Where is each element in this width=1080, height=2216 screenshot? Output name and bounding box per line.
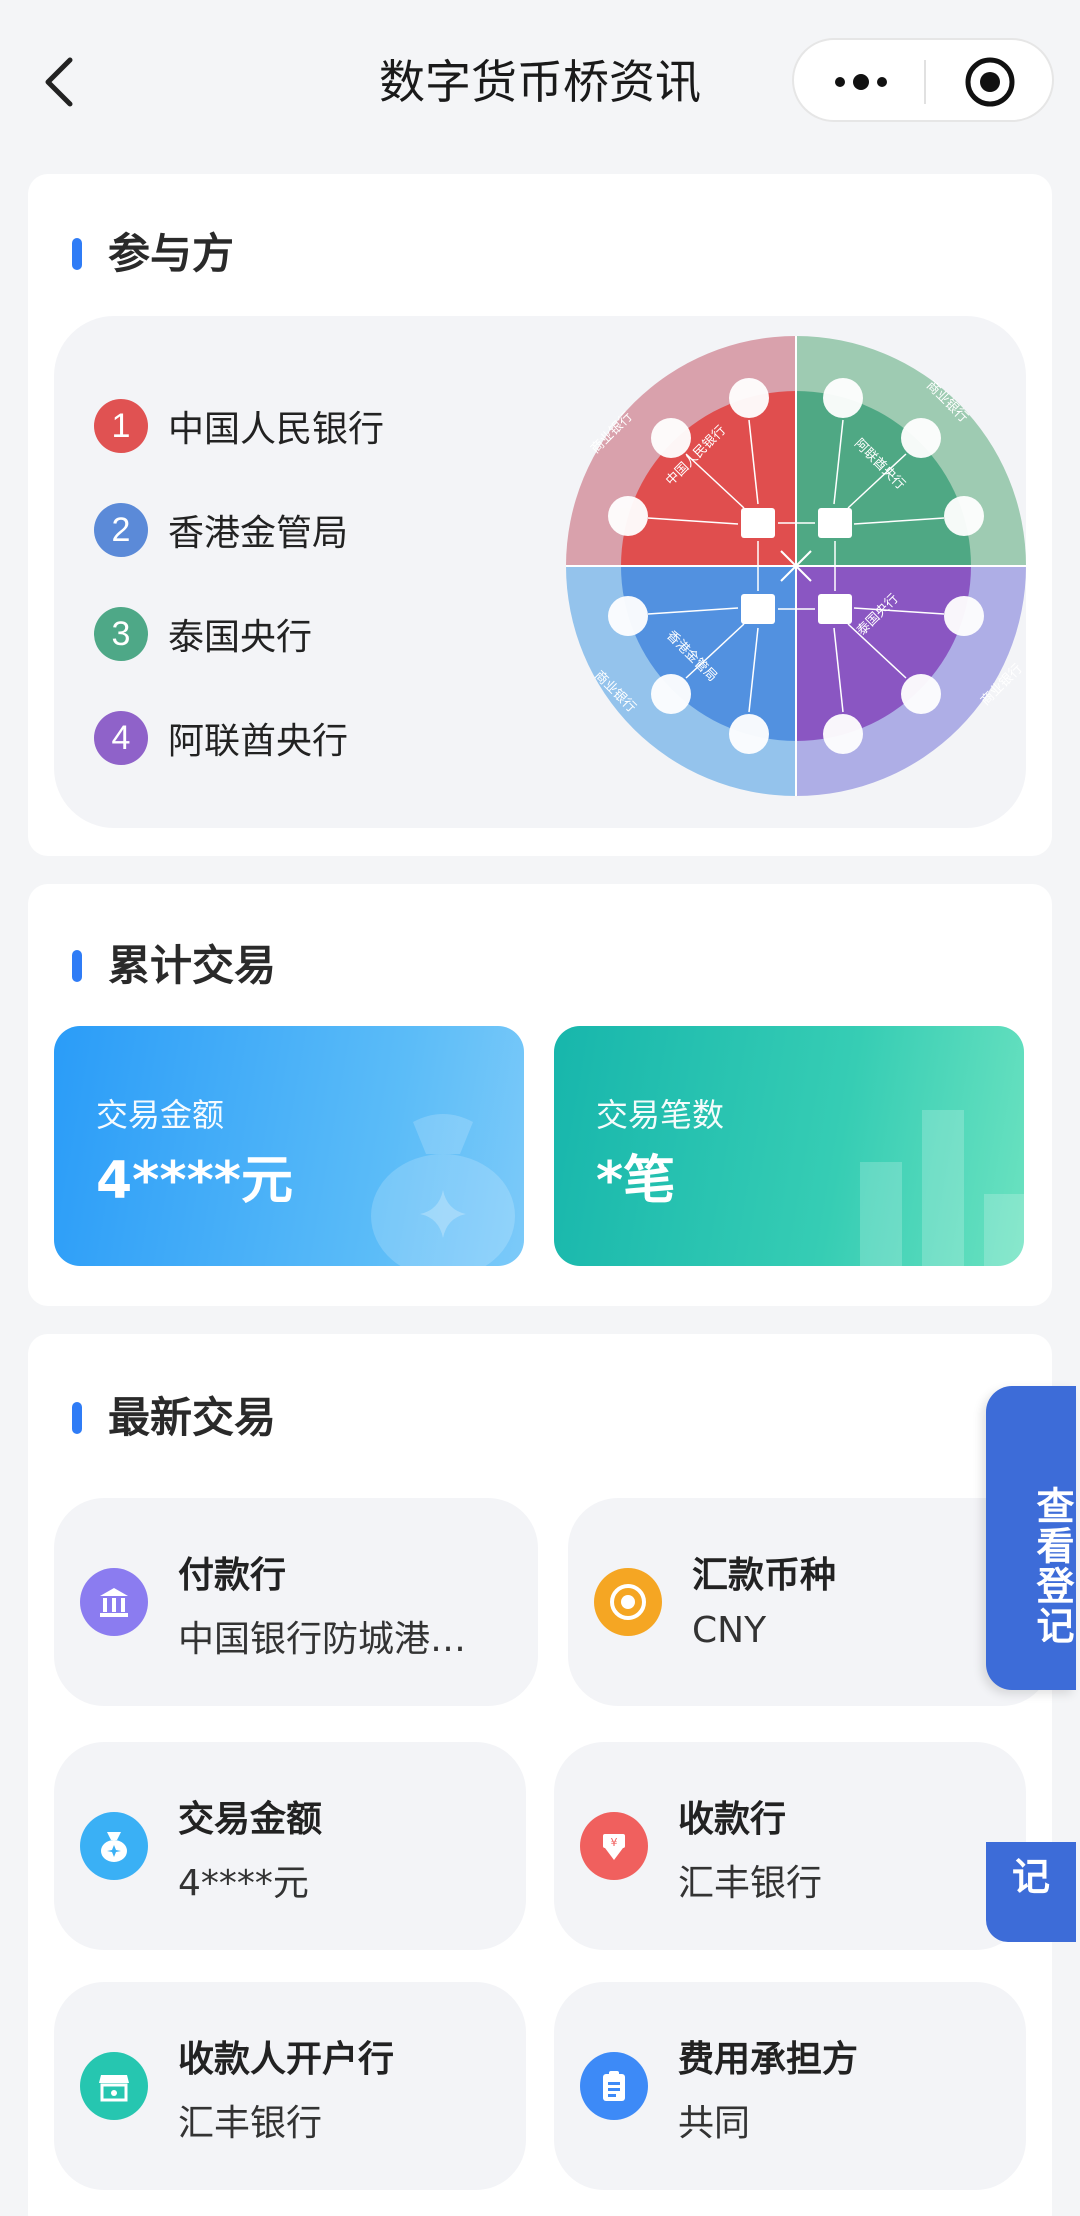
info-value: 共同 xyxy=(678,2103,751,2144)
section-accent-bar xyxy=(72,1402,82,1434)
more-icon[interactable] xyxy=(826,58,896,106)
participant-number: 2 xyxy=(94,503,148,557)
network-wheel-diagram: 中国人民银行 阿联酋央行 泰国央行 香港金管局 商业银行 商业银行 商业银行 商… xyxy=(566,336,1026,796)
capsule-divider xyxy=(924,60,926,104)
stat-tile-count: 交易笔数 *笔 xyxy=(554,1026,1024,1266)
participant-item: 1 中国人民银行 xyxy=(94,398,384,454)
stat-value: 4****元 xyxy=(96,1151,293,1211)
participant-number: 4 xyxy=(94,711,148,765)
close-target-icon[interactable] xyxy=(962,54,1018,110)
participants-panel: 1 中国人民银行 2 香港金管局 3 泰国央行 4 阿联酋央行 中国人民银行 阿… xyxy=(54,316,1026,828)
yuan-down-icon: ¥ xyxy=(580,1812,648,1880)
info-label: 付款行 xyxy=(178,1555,287,1596)
view-registration-button-ghost[interactable]: 记 xyxy=(986,1842,1076,1942)
section-title-participants: 参与方 xyxy=(108,229,235,278)
info-label: 收款行 xyxy=(678,1799,787,1840)
info-value: 4****元 xyxy=(178,1863,309,1904)
clipboard-icon xyxy=(580,2052,648,2120)
section-title-cumulative: 累计交易 xyxy=(108,941,277,990)
stat-tile-amount: 交易金额 4****元 xyxy=(54,1026,524,1266)
stat-label: 交易笔数 xyxy=(596,1096,725,1134)
info-tile-payer-bank: 付款行 中国银行防城港… xyxy=(54,1498,538,1706)
participant-name: 泰国央行 xyxy=(168,617,313,658)
bank-icon xyxy=(80,1568,148,1636)
section-accent-bar xyxy=(72,950,82,982)
section-title-latest: 最新交易 xyxy=(108,1393,277,1442)
bar-chart-decor-icon xyxy=(860,1110,1024,1266)
view-registration-button[interactable]: 查看登记 xyxy=(986,1386,1076,1690)
money-bag-decor-icon xyxy=(371,1114,515,1266)
participant-item: 3 泰国央行 xyxy=(94,606,312,662)
info-tile-fee-bearer: 费用承担方 共同 xyxy=(554,1982,1026,2190)
stat-label: 交易金额 xyxy=(96,1096,225,1134)
participant-number: 3 xyxy=(94,607,148,661)
info-tile-amount: 交易金额 4****元 xyxy=(54,1742,526,1950)
participant-item: 4 阿联酋央行 xyxy=(94,710,348,766)
info-value: 汇丰银行 xyxy=(678,1863,823,1904)
nav-header: 数字货币桥资讯 xyxy=(0,0,1080,160)
info-tile-payee-bank: ¥ 收款行 汇丰银行 xyxy=(554,1742,1026,1950)
stat-value: *笔 xyxy=(596,1151,676,1211)
latest-transaction-card: 最新交易 付款行 中国银行防城港… 汇款币种 CNY 交易金额 4****元 ¥… xyxy=(28,1334,1052,2216)
info-value: CNY xyxy=(692,1610,767,1651)
section-accent-bar xyxy=(72,238,82,270)
participants-card: 参与方 1 中国人民银行 2 香港金管局 3 泰国央行 4 阿联酋央行 中国人民… xyxy=(28,174,1052,856)
svg-text:¥: ¥ xyxy=(611,1836,618,1849)
participant-name: 中国人民银行 xyxy=(168,409,385,450)
participant-item: 2 香港金管局 xyxy=(94,502,348,558)
info-label: 收款人开户行 xyxy=(178,2039,395,2080)
info-value: 中国银行防城港… xyxy=(178,1619,467,1660)
info-label: 汇款币种 xyxy=(692,1555,837,1596)
money-bag-icon xyxy=(80,1812,148,1880)
info-label: 费用承担方 xyxy=(678,2039,859,2080)
info-value: 汇丰银行 xyxy=(178,2103,323,2144)
info-tile-currency: 汇款币种 CNY xyxy=(568,1498,1052,1706)
store-icon xyxy=(80,2052,148,2120)
info-label: 交易金额 xyxy=(178,1799,323,1840)
participant-name: 阿联酋央行 xyxy=(168,721,349,762)
coin-icon xyxy=(594,1568,662,1636)
info-tile-payee-account-bank: 收款人开户行 汇丰银行 xyxy=(54,1982,526,2190)
cumulative-stats-card: 累计交易 交易金额 4****元 交易笔数 *笔 xyxy=(28,884,1052,1306)
miniprogram-capsule xyxy=(792,38,1054,122)
participant-name: 香港金管局 xyxy=(168,513,349,554)
participant-number: 1 xyxy=(94,399,148,453)
